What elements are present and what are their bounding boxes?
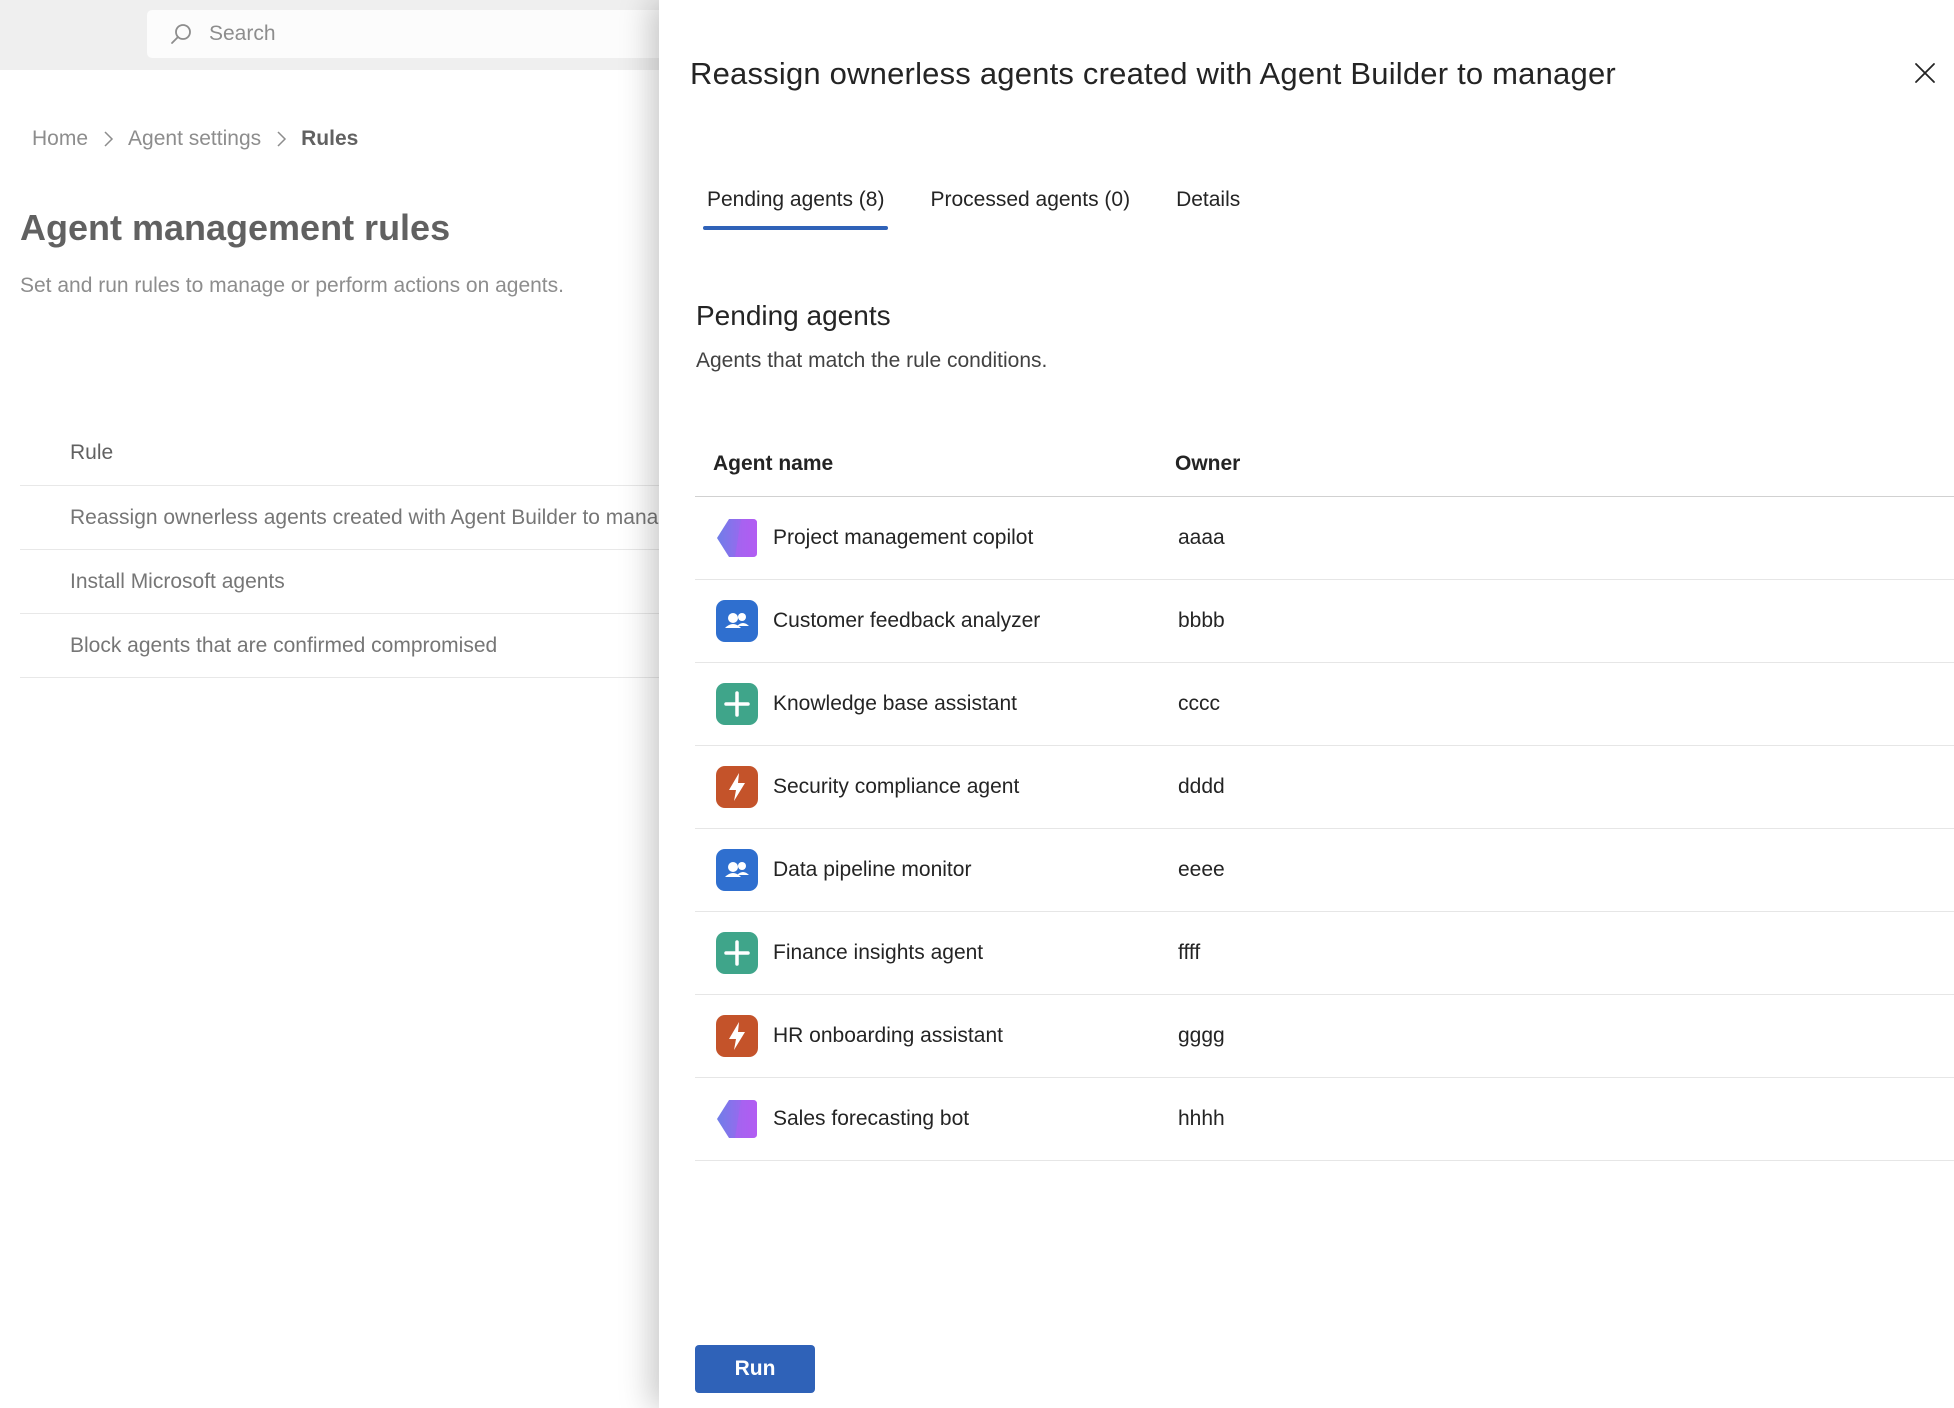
breadcrumb-rules: Rules — [301, 127, 359, 150]
panel-title: Reassign ownerless agents created with A… — [690, 56, 1616, 91]
agent-owner: aaaa — [1178, 526, 1225, 549]
column-header-owner[interactable]: Owner — [1175, 452, 1240, 476]
agent-name: Security compliance agent — [773, 775, 1020, 798]
section-title: Pending agents — [696, 300, 891, 331]
table-row[interactable]: HR onboarding assistant gggg — [695, 995, 1954, 1078]
chevron-right-icon — [102, 130, 114, 148]
close-icon — [1915, 63, 1935, 83]
table-row[interactable]: Finance insights agent ffff — [695, 912, 1954, 995]
plus-agent-icon — [715, 931, 759, 975]
plus-agent-icon — [715, 682, 759, 726]
hexagon-agent-icon — [715, 1097, 759, 1141]
search-placeholder: Search — [209, 22, 276, 45]
tab-pending-agents[interactable]: Pending agents (8) — [702, 188, 889, 230]
breadcrumb: Home Agent settings Rules — [32, 127, 358, 151]
agent-name-cell: Finance insights agent — [695, 931, 1175, 975]
tab-details[interactable]: Details — [1176, 188, 1240, 230]
rules-list: Rule Reassign ownerless agents created w… — [20, 421, 720, 678]
agent-name-cell: HR onboarding assistant — [695, 1014, 1175, 1058]
rule-row[interactable]: Block agents that are confirmed compromi… — [20, 614, 720, 678]
people-agent-icon — [715, 599, 759, 643]
tab-list: Pending agents (8) Processed agents (0) … — [702, 188, 1286, 230]
agent-name-cell: Knowledge base assistant — [695, 682, 1175, 726]
tab-processed-agents[interactable]: Processed agents (0) — [930, 188, 1130, 230]
agent-name: HR onboarding assistant — [773, 1024, 1003, 1047]
agent-owner: cccc — [1178, 692, 1220, 715]
column-header-agent-name[interactable]: Agent name — [695, 452, 1175, 476]
table-row[interactable]: Customer feedback analyzer bbbb — [695, 580, 1954, 663]
lightning-agent-icon — [715, 1014, 759, 1058]
hexagon-agent-icon — [715, 516, 759, 560]
table-header: Agent name Owner — [695, 432, 1954, 497]
table-row[interactable]: Knowledge base assistant cccc — [695, 663, 1954, 746]
section-subtitle: Agents that match the rule conditions. — [696, 349, 1048, 372]
table-row[interactable]: Project management copilot aaaa — [695, 497, 1954, 580]
agent-name-cell: Sales forecasting bot — [695, 1097, 1175, 1141]
agent-owner: ffff — [1178, 941, 1201, 964]
table-row[interactable]: Sales forecasting bot hhhh — [695, 1078, 1954, 1161]
close-button[interactable] — [1910, 58, 1940, 88]
agent-owner: gggg — [1178, 1024, 1225, 1047]
agent-name: Data pipeline monitor — [773, 858, 972, 881]
rule-row[interactable]: Reassign ownerless agents created with A… — [20, 486, 720, 550]
agent-name-cell: Security compliance agent — [695, 765, 1175, 809]
rule-row[interactable]: Install Microsoft agents — [20, 550, 720, 614]
search-icon — [171, 24, 191, 44]
run-button[interactable]: Run — [695, 1345, 815, 1393]
agent-name: Finance insights agent — [773, 941, 984, 964]
page-subtitle: Set and run rules to manage or perform a… — [20, 274, 564, 297]
pending-agents-table: Agent name Owner Project management copi… — [695, 432, 1954, 1161]
agent-name: Sales forecasting bot — [773, 1107, 970, 1130]
agent-owner: eeee — [1178, 858, 1225, 881]
screen: Search Home Agent settings Rules Agent m… — [0, 0, 1954, 1408]
rules-column-header[interactable]: Rule — [20, 421, 720, 486]
lightning-agent-icon — [715, 765, 759, 809]
agent-owner: bbbb — [1178, 609, 1225, 632]
agent-name: Project management copilot — [773, 526, 1034, 549]
search-box[interactable]: Search — [147, 10, 707, 58]
agent-owner: hhhh — [1178, 1107, 1225, 1130]
agent-name-cell: Customer feedback analyzer — [695, 599, 1175, 643]
table-row[interactable]: Security compliance agent dddd — [695, 746, 1954, 829]
agent-name-cell: Project management copilot — [695, 516, 1175, 560]
agent-owner: dddd — [1178, 775, 1225, 798]
side-panel: Reassign ownerless agents created with A… — [659, 0, 1954, 1408]
agent-name: Knowledge base assistant — [773, 692, 1017, 715]
page-title: Agent management rules — [20, 207, 451, 248]
chevron-right-icon — [275, 130, 287, 148]
people-agent-icon — [715, 848, 759, 892]
agent-name: Customer feedback analyzer — [773, 609, 1041, 632]
table-row[interactable]: Data pipeline monitor eeee — [695, 829, 1954, 912]
agent-name-cell: Data pipeline monitor — [695, 848, 1175, 892]
breadcrumb-agent-settings[interactable]: Agent settings — [128, 127, 261, 151]
breadcrumb-home[interactable]: Home — [32, 127, 88, 151]
